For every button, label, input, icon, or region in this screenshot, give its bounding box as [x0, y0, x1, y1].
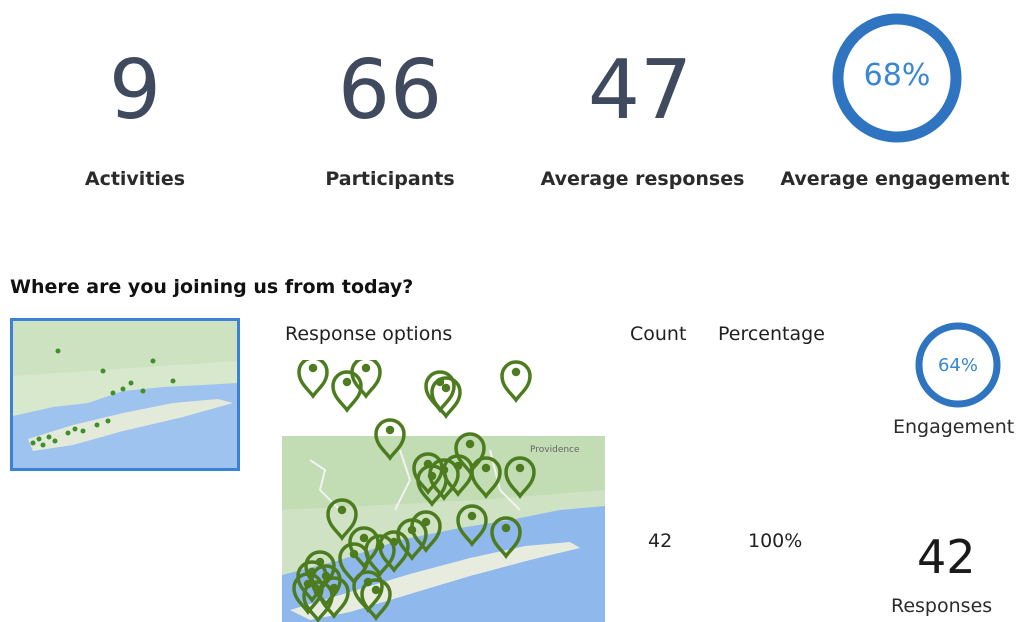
average-engagement-value: 68% [863, 58, 931, 93]
question-engagement-value: 64% [937, 355, 978, 376]
average-responses-count: 47 [587, 43, 693, 138]
activities-count: 9 [108, 43, 162, 138]
responses-label: Responses [891, 595, 993, 617]
map-pin-icon [297, 360, 329, 398]
average-engagement-label: Average engagement [780, 168, 1010, 190]
providence-label: Providence [530, 445, 580, 455]
response-map: Providence [282, 360, 605, 622]
response-options-header: Response options [285, 323, 453, 345]
map-pin-icon [430, 376, 462, 418]
map-thumbnail[interactable] [10, 318, 240, 471]
participants-label: Participants [325, 168, 455, 190]
thumbnail-map-image [13, 321, 237, 468]
percentage-header: Percentage [718, 323, 825, 345]
map-pin-icon [350, 360, 382, 398]
average-responses-label: Average responses [540, 168, 745, 190]
question-title: Where are you joining us from today? [10, 276, 414, 298]
activities-label: Activities [84, 168, 186, 190]
responses-count: 42 [917, 530, 976, 584]
response-count-cell: 42 [648, 530, 673, 552]
count-header: Count [630, 323, 687, 345]
map-pin-icon [500, 360, 532, 402]
response-percentage-cell: 100% [748, 530, 803, 552]
participants-count: 66 [337, 43, 443, 138]
map-pin-icon [331, 370, 363, 412]
question-engagement-label: Engagement [893, 416, 1015, 438]
